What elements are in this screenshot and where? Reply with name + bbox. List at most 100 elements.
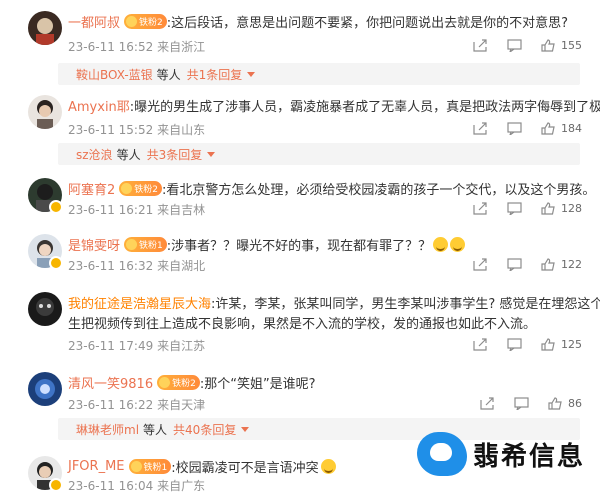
vip-badge-icon (49, 478, 63, 492)
fan-badge-heart-icon (159, 376, 171, 388)
comment-time: 23-6-11 16:32 (68, 259, 154, 273)
like-count: 155 (561, 39, 582, 52)
reply-user[interactable]: sz沧浪 (76, 146, 113, 163)
vip-badge-icon (49, 256, 63, 270)
comment-meta: 23-6-11 17:49 来自江苏 (68, 337, 205, 354)
share-icon[interactable] (473, 202, 488, 215)
comment-time: 23-6-11 15:52 (68, 123, 154, 137)
comment-icon[interactable] (514, 397, 529, 412)
username[interactable]: Amyxin耶 (68, 96, 130, 115)
fan-badge-heart-icon (126, 15, 138, 27)
comment-text: :看北京警方怎么处理，必须给受校园凌霸的孩子一个交代，以及这个男孩。 (162, 182, 596, 198)
comment-icon[interactable] (507, 122, 522, 137)
reply-summary[interactable]: 鞍山BOX-蓝银 等人 共1条回复 (58, 63, 580, 85)
reply-count[interactable]: 共3条回复 (147, 146, 203, 163)
reply-count[interactable]: 共40条回复 (173, 421, 236, 438)
comment-location: 来自天津 (157, 398, 206, 412)
comment-location: 来自吉林 (157, 203, 206, 217)
fan-badge-label: 铁粉2 (139, 17, 163, 28)
reply-others: 等人 (116, 147, 141, 162)
share-icon[interactable] (473, 258, 488, 271)
like-count: 184 (561, 122, 582, 135)
username[interactable]: 清风一笑9816 (68, 373, 153, 392)
vip-badge-icon (49, 200, 63, 214)
like-icon[interactable] (541, 202, 556, 215)
username[interactable]: JFOR_ME (68, 459, 125, 474)
comment-item: 是锦雯呀 铁粉1 :涉事者？？曝光不好的事，现在都有罪了？？ 23-6-11 1… (0, 234, 600, 274)
reply-user[interactable]: 鞍山BOX-蓝银 (76, 66, 153, 83)
fan-badge-label: 铁粉1 (139, 240, 163, 251)
share-icon[interactable] (473, 338, 488, 351)
watermark-text: 翡希信息 (473, 442, 586, 472)
comment-meta: 23-6-11 16:22 来自天津 (68, 396, 205, 413)
comment-meta: 23-6-11 16:04 来自广东 (68, 477, 205, 494)
comment-meta: 23-6-11 15:52 来自山东 (68, 121, 205, 138)
reply-summary[interactable]: sz沧浪 等人 共3条回复 (58, 143, 580, 165)
watermark-logo: 翡希信息 (417, 424, 597, 486)
fan-badge-label: 铁粉2 (172, 378, 196, 389)
fan-badge: 铁粉1 (124, 236, 167, 252)
chevron-down-icon[interactable] (207, 151, 216, 157)
comment-icon[interactable] (507, 258, 522, 273)
reply-others: 等人 (143, 422, 168, 437)
comment-time: 23-6-11 16:04 (68, 479, 154, 493)
chevron-down-icon[interactable] (241, 426, 250, 432)
comment-actions: 184 (454, 122, 582, 137)
fan-badge-label: 铁粉1 (143, 462, 168, 473)
avatar-image (28, 292, 62, 326)
comment-actions: 155 (454, 39, 582, 54)
chevron-down-icon[interactable] (247, 71, 256, 77)
share-icon[interactable] (473, 122, 488, 135)
logo-mark-icon (417, 432, 467, 476)
reply-count[interactable]: 共1条回复 (187, 66, 243, 83)
comment-icon[interactable] (507, 202, 522, 217)
fan-badge-label: 铁粉2 (134, 184, 159, 195)
like-icon[interactable] (541, 258, 556, 271)
smile-emoji-icon (320, 458, 336, 474)
reply-others: 等人 (156, 67, 181, 82)
avatar[interactable] (28, 11, 62, 45)
like-icon[interactable] (541, 39, 556, 52)
laughing-emoji-icon (433, 236, 449, 252)
username[interactable]: 我的征途是浩瀚星辰大海 (68, 293, 211, 312)
avatar[interactable] (28, 95, 62, 129)
avatar-image (28, 95, 62, 129)
fan-badge: 铁粉1 (128, 458, 172, 474)
comment-actions: 125 (454, 338, 582, 353)
comment-text-continued: 生把视频传到往上造成不良影响，果然是不入流的学校，发的通报也如此不入流。 (68, 316, 537, 332)
comment-actions: 128 (454, 202, 582, 217)
username[interactable]: 一都阿叔 (68, 12, 120, 31)
comment-text: :那个“笑姐”是谁呢? (199, 376, 316, 392)
comment-text: :曝光的男生成了涉事人员，霸凌施暴者成了无辜人员，真是把政法两字侮辱到了极致 (129, 99, 600, 115)
like-count: 125 (561, 338, 582, 351)
comment-location: 来自山东 (157, 123, 206, 137)
comment-item: 我的征途是浩瀚星辰大海 :许某，李某，张某叫同学，男生李某叫涉事学生? 感觉是在… (0, 292, 600, 354)
comment-icon[interactable] (507, 338, 522, 353)
fan-badge: 铁粉2 (119, 180, 163, 196)
comment-icon[interactable] (507, 39, 522, 54)
comment-text: :这后段话，意思是出问题不要紧，你把问题说出去就是你的不对意思? (166, 15, 569, 31)
like-icon[interactable] (541, 338, 556, 351)
avatar[interactable] (28, 292, 62, 326)
like-icon[interactable] (541, 122, 556, 135)
comment-actions: 86 (461, 397, 582, 412)
share-icon[interactable] (480, 397, 495, 410)
avatar[interactable] (28, 372, 62, 406)
comment-location: 来自广东 (157, 479, 206, 493)
avatar-image (28, 372, 62, 406)
share-icon[interactable] (473, 39, 488, 52)
reply-user[interactable]: 琳琳老师ml (76, 421, 139, 438)
fan-badge-heart-icon (126, 238, 138, 250)
comment-text: :涉事者？？曝光不好的事，现在都有罪了？？ (166, 238, 432, 254)
username[interactable]: 是锦雯呀 (68, 235, 120, 254)
like-count: 128 (561, 202, 582, 215)
like-icon[interactable] (548, 397, 563, 410)
fan-badge: 铁粉2 (157, 374, 200, 390)
comment-location: 来自浙江 (157, 40, 206, 54)
comment-meta: 23-6-11 16:32 来自湖北 (68, 257, 205, 274)
fan-badge-heart-icon (121, 182, 133, 194)
username[interactable]: 阿塞育2 (68, 179, 115, 198)
comment-meta: 23-6-11 16:21 来自吉林 (68, 201, 205, 218)
laughing-emoji-icon (450, 236, 466, 252)
fan-badge: 铁粉2 (124, 13, 167, 29)
